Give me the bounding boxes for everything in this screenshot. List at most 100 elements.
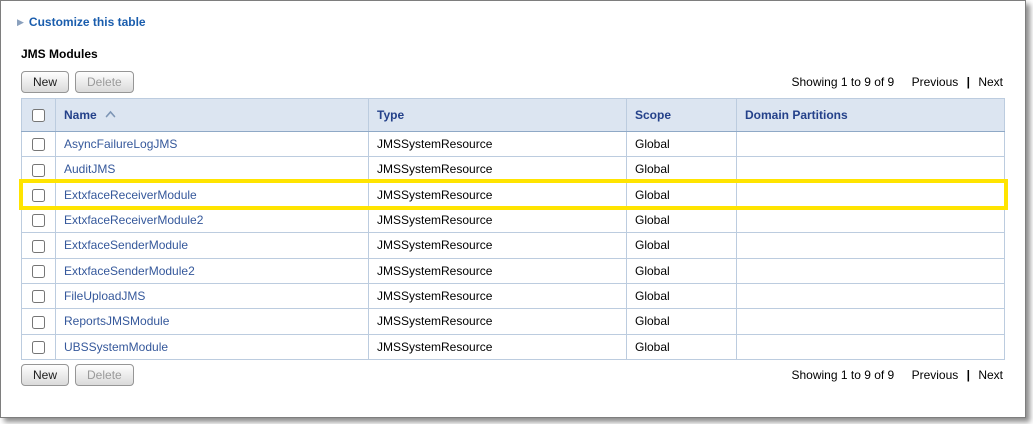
- module-name-cell: ReportsJMSModule: [56, 309, 369, 334]
- scope-column-header[interactable]: Scope: [627, 99, 737, 132]
- module-name-link[interactable]: ExtxfaceSenderModule: [64, 238, 188, 252]
- delete-button[interactable]: Delete: [75, 364, 134, 386]
- row-checkbox-cell: [22, 132, 56, 157]
- row-checkbox[interactable]: [32, 265, 45, 278]
- previous-button[interactable]: Previous: [912, 368, 959, 382]
- module-type-cell: JMSSystemResource: [369, 157, 627, 182]
- button-group-top: New Delete: [21, 71, 134, 93]
- row-checkbox-cell: [22, 258, 56, 283]
- jms-modules-table: Name Type Scope Domain Partitions: [21, 98, 1005, 360]
- type-column-header[interactable]: Type: [369, 99, 627, 132]
- select-all-header-cell: [22, 99, 56, 132]
- table-row: ExtxfaceReceiverModule2 JMSSystemResourc…: [22, 207, 1005, 232]
- table-row: AuditJMS JMSSystemResource Global: [22, 157, 1005, 182]
- table-row: FileUploadJMS JMSSystemResource Global: [22, 283, 1005, 308]
- module-name-link[interactable]: FileUploadJMS: [64, 289, 145, 303]
- row-checkbox[interactable]: [32, 214, 45, 227]
- table-body: AsyncFailureLogJMS JMSSystemResource Glo…: [22, 132, 1005, 360]
- expand-arrow-icon[interactable]: ▶: [17, 18, 24, 27]
- module-name-cell: ExtxfaceSenderModule: [56, 233, 369, 258]
- module-type-cell: JMSSystemResource: [369, 182, 627, 207]
- row-checkbox-cell: [22, 334, 56, 359]
- paging-bottom: Showing 1 to 9 of 9 Previous | Next: [791, 368, 1005, 382]
- name-column-header[interactable]: Name: [56, 99, 369, 132]
- row-checkbox-cell: [22, 157, 56, 182]
- module-domain-partitions-cell: [737, 258, 1005, 283]
- module-name-cell: FileUploadJMS: [56, 283, 369, 308]
- module-name-cell: AsyncFailureLogJMS: [56, 132, 369, 157]
- module-name-cell: ExtxfaceReceiverModule2: [56, 207, 369, 232]
- table-header-row: Name Type Scope Domain Partitions: [22, 99, 1005, 132]
- module-scope-cell: Global: [627, 132, 737, 157]
- module-domain-partitions-cell: [737, 334, 1005, 359]
- module-type-cell: JMSSystemResource: [369, 258, 627, 283]
- row-checkbox[interactable]: [32, 164, 45, 177]
- module-name-link[interactable]: ReportsJMSModule: [64, 314, 169, 328]
- name-column-label[interactable]: Name: [64, 108, 97, 122]
- domain-partitions-column-label[interactable]: Domain Partitions: [745, 108, 848, 122]
- previous-button[interactable]: Previous: [912, 75, 959, 89]
- row-checkbox[interactable]: [32, 341, 45, 354]
- module-scope-cell: Global: [627, 182, 737, 207]
- module-name-link[interactable]: ExtxfaceReceiverModule: [64, 188, 197, 202]
- section-title: JMS Modules: [21, 47, 1007, 61]
- paging-links: Previous | Next: [912, 368, 1003, 382]
- module-name-link[interactable]: ExtxfaceSenderModule2: [64, 264, 195, 278]
- sort-ascending-icon[interactable]: [105, 110, 116, 118]
- paging-separator: |: [967, 368, 970, 382]
- row-checkbox-cell: [22, 182, 56, 207]
- next-button[interactable]: Next: [978, 368, 1003, 382]
- table-row: ExtxfaceSenderModule2 JMSSystemResource …: [22, 258, 1005, 283]
- module-scope-cell: Global: [627, 283, 737, 308]
- module-scope-cell: Global: [627, 309, 737, 334]
- module-name-cell: ExtxfaceReceiverModule: [56, 182, 369, 207]
- module-scope-cell: Global: [627, 258, 737, 283]
- row-checkbox[interactable]: [32, 316, 45, 329]
- row-checkbox[interactable]: [32, 240, 45, 253]
- jms-modules-table-area: New Delete Showing 1 to 9 of 9 Previous …: [21, 67, 1005, 391]
- row-checkbox-cell: [22, 233, 56, 258]
- paging-links: Previous | Next: [912, 75, 1003, 89]
- button-group-bottom: New Delete: [21, 364, 134, 386]
- module-type-cell: JMSSystemResource: [369, 207, 627, 232]
- type-column-label[interactable]: Type: [377, 108, 404, 122]
- paging-status: Showing 1 to 9 of 9: [791, 368, 894, 382]
- module-type-cell: JMSSystemResource: [369, 283, 627, 308]
- table-row: UBSSystemModule JMSSystemResource Global: [22, 334, 1005, 359]
- module-domain-partitions-cell: [737, 157, 1005, 182]
- module-scope-cell: Global: [627, 207, 737, 232]
- module-name-link[interactable]: AsyncFailureLogJMS: [64, 137, 177, 151]
- row-checkbox[interactable]: [32, 138, 45, 151]
- paging-separator: |: [967, 75, 970, 89]
- module-name-cell: ExtxfaceSenderModule2: [56, 258, 369, 283]
- paging-status: Showing 1 to 9 of 9: [791, 75, 894, 89]
- module-name-cell: UBSSystemModule: [56, 334, 369, 359]
- row-checkbox[interactable]: [32, 189, 45, 202]
- next-button[interactable]: Next: [978, 75, 1003, 89]
- paging-top: Showing 1 to 9 of 9 Previous | Next: [791, 75, 1005, 89]
- module-scope-cell: Global: [627, 233, 737, 258]
- scope-column-label[interactable]: Scope: [635, 108, 671, 122]
- module-type-cell: JMSSystemResource: [369, 334, 627, 359]
- module-name-link[interactable]: UBSSystemModule: [64, 340, 168, 354]
- toolbar-top: New Delete Showing 1 to 9 of 9 Previous …: [21, 67, 1005, 98]
- module-type-cell: JMSSystemResource: [369, 233, 627, 258]
- module-name-link[interactable]: ExtxfaceReceiverModule2: [64, 213, 203, 227]
- module-domain-partitions-cell: [737, 207, 1005, 232]
- new-button[interactable]: New: [21, 71, 69, 93]
- customize-table-link[interactable]: Customize this table: [29, 15, 146, 29]
- customize-row: ▶ Customize this table: [17, 15, 1007, 29]
- row-checkbox[interactable]: [32, 290, 45, 303]
- delete-button[interactable]: Delete: [75, 71, 134, 93]
- select-all-checkbox[interactable]: [32, 109, 45, 122]
- module-name-link[interactable]: AuditJMS: [64, 162, 115, 176]
- console-panel: ▶ Customize this table JMS Modules New D…: [0, 0, 1026, 418]
- domain-partitions-column-header[interactable]: Domain Partitions: [737, 99, 1005, 132]
- module-domain-partitions-cell: [737, 233, 1005, 258]
- module-scope-cell: Global: [627, 157, 737, 182]
- module-domain-partitions-cell: [737, 283, 1005, 308]
- new-button[interactable]: New: [21, 364, 69, 386]
- module-domain-partitions-cell: [737, 309, 1005, 334]
- module-type-cell: JMSSystemResource: [369, 132, 627, 157]
- module-name-cell: AuditJMS: [56, 157, 369, 182]
